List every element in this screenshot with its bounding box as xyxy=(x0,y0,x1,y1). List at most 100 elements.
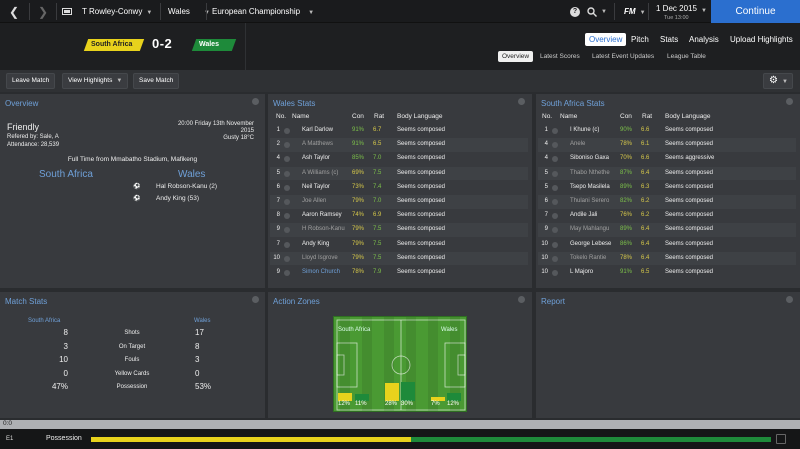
back-arrow-icon[interactable]: ❮ xyxy=(4,0,24,23)
subtab-latest-event-updates[interactable]: Latest Event Updates xyxy=(592,53,654,60)
tab-pitch[interactable]: Pitch xyxy=(631,35,649,44)
zone-percentage: 11% xyxy=(355,401,367,407)
rating-value: 6.4 xyxy=(641,226,650,233)
overview-panel: Overview Friendly Refered by: Sale, A At… xyxy=(0,94,265,288)
player-name: Tokelo Rantie xyxy=(570,254,607,261)
attendance: Attendance: 28,539 xyxy=(7,142,60,148)
table-row[interactable]: 2 A Matthews 91% 6.5 Seems composed xyxy=(270,138,528,152)
panel-title: Report xyxy=(541,297,566,306)
table-row[interactable]: 6 Thulani Serero 82% 6.2 Seems composed xyxy=(538,195,796,209)
table-row[interactable]: 7 Joe Allen 79% 7.0 Seems composed xyxy=(270,195,528,209)
subtab-overview[interactable]: Overview xyxy=(498,51,534,62)
full-time-label: Full Time from Mmabatho Stadium, Mafiken… xyxy=(67,156,198,163)
table-row[interactable]: 9 H Robson-Kanu 79% 7.5 Seems composed xyxy=(270,223,528,237)
away-stat-value: 17 xyxy=(195,328,204,337)
player-name: Andy King xyxy=(302,240,330,247)
condition-value: 91% xyxy=(352,127,365,133)
search-button[interactable]: ▼ xyxy=(586,0,608,23)
home-team-badge[interactable]: South Africa xyxy=(83,39,145,51)
chevron-down-icon[interactable]: ▼ xyxy=(701,0,707,23)
panel-title: Match Stats xyxy=(5,297,48,306)
rating-value: 7.4 xyxy=(373,183,382,190)
expand-icon[interactable] xyxy=(776,434,786,444)
chevron-down-icon: ▼ xyxy=(308,10,315,16)
view-highlights-button[interactable]: View Highlights ▼ xyxy=(62,73,129,89)
table-row[interactable]: 7 Andy King 79% 7.5 Seems composed xyxy=(270,238,528,252)
club-selector[interactable]: Wales▼ xyxy=(168,0,210,23)
fm-menu[interactable]: FM ▼ xyxy=(624,0,646,23)
table-row[interactable]: 5 A Williams (c) 69% 7.5 Seems composed xyxy=(270,166,528,181)
subtab-league-table[interactable]: League Table xyxy=(667,53,706,60)
wales-stats-panel: Wales Stats No. Name Con Rat Body Langua… xyxy=(268,94,532,288)
leave-match-button[interactable]: Leave Match xyxy=(6,73,56,89)
table-row[interactable]: 5 Thabo Nthethe 87% 6.4 Seems composed xyxy=(538,166,796,181)
chevron-down-icon: ▼ xyxy=(781,79,788,85)
save-match-button[interactable]: Save Match xyxy=(133,73,180,89)
away-stat-value: 3 xyxy=(195,355,200,364)
tab-overview[interactable]: Overview xyxy=(585,33,627,46)
body-language: Seems composed xyxy=(397,254,446,261)
table-row[interactable]: 6 Neil Taylor 73% 7.4 Seems composed xyxy=(270,181,528,195)
weather: Gusty 18°C xyxy=(223,135,254,141)
tab-upload-highlights[interactable]: Upload Highlights xyxy=(730,35,793,44)
table-row[interactable]: 5 Tsepo Masilela 89% 6.3 Seems composed xyxy=(538,181,796,195)
close-icon[interactable] xyxy=(252,296,259,303)
player-name: A Matthews xyxy=(302,141,334,148)
forward-arrow-icon[interactable]: ❯ xyxy=(33,0,53,23)
tab-analysis[interactable]: Analysis xyxy=(689,35,719,44)
table-row[interactable]: 10 L Majoro 91% 6.5 Seems composed xyxy=(538,266,796,280)
match-type: Friendly xyxy=(7,122,40,132)
body-language: Seems composed xyxy=(397,155,446,162)
rating-value: 7.0 xyxy=(373,198,382,204)
tab-stats[interactable]: Stats xyxy=(660,35,678,44)
fm-logo: FM xyxy=(624,7,636,16)
search-icon xyxy=(587,6,598,17)
match-timeline[interactable] xyxy=(0,420,800,429)
player-status-icon xyxy=(284,184,290,191)
home-stat-value: 3 xyxy=(63,341,68,351)
table-row[interactable]: 9 Simon Church 78% 7.9 Seems composed xyxy=(270,266,528,280)
possession-label: Possession xyxy=(46,435,82,442)
table-row[interactable]: 9 May Mahlangu 89% 6.4 Seems composed xyxy=(538,223,796,237)
condition-value: 91% xyxy=(620,269,633,275)
away-team-badge[interactable]: Wales xyxy=(191,39,237,51)
rating-value: 6.1 xyxy=(641,141,650,148)
player-name: L Majoro xyxy=(570,269,594,275)
condition-value: 79% xyxy=(352,226,365,233)
close-icon[interactable] xyxy=(252,98,259,105)
close-icon[interactable] xyxy=(786,296,793,303)
table-row[interactable]: 10 Lloyd Isgrove 79% 7.5 Seems composed xyxy=(270,251,528,266)
player-status-icon xyxy=(284,199,290,205)
continue-button[interactable]: Continue xyxy=(711,0,800,23)
rating-value: 7.9 xyxy=(373,269,382,275)
away-team-label: Wales xyxy=(194,318,211,324)
rating-value: 7.5 xyxy=(373,226,382,233)
table-row[interactable]: 4 Ash Taylor 85% 7.0 Seems composed xyxy=(270,152,528,166)
table-row[interactable]: 4 Anele 78% 6.1 Seems composed xyxy=(538,138,796,152)
help-button[interactable]: ? xyxy=(568,0,582,23)
close-icon[interactable] xyxy=(786,98,793,105)
manager-selector[interactable]: T Rowley-Conwy ▼ xyxy=(82,0,152,23)
rating-value: 6.7 xyxy=(373,127,382,133)
player-status-icon xyxy=(284,270,290,276)
competition-selector[interactable]: European Championship ▼ xyxy=(212,0,314,23)
panel-title: South Africa Stats xyxy=(541,99,605,108)
squad-number: 7 xyxy=(276,198,280,204)
table-row[interactable]: 10 George Lebese 86% 6.4 Seems composed xyxy=(538,238,796,252)
close-icon[interactable] xyxy=(518,296,525,303)
table-row[interactable]: 4 Siboniso Gaxa 70% 6.6 Seems aggressive xyxy=(538,152,796,166)
table-row[interactable]: 1 Karl Darlow 91% 6.7 Seems composed xyxy=(270,124,528,138)
settings-button[interactable]: ⚙ ▼ xyxy=(763,73,793,89)
table-row[interactable]: 7 Andile Jali 76% 6.2 Seems composed xyxy=(538,209,796,223)
table-row[interactable]: 10 Tokelo Rantie 78% 6.4 Seems composed xyxy=(538,251,796,266)
table-row[interactable]: 1 I Khune (c) 90% 6.6 Seems composed xyxy=(538,124,796,138)
top-bar: ❮ ❯ T Rowley-Conwy▼ Wales▼ European Cham… xyxy=(0,0,800,23)
close-icon[interactable] xyxy=(518,98,525,105)
subtab-latest-scores[interactable]: Latest Scores xyxy=(540,53,580,60)
player-name: Neil Taylor xyxy=(302,183,330,190)
chevron-down-icon: ▼ xyxy=(639,10,646,16)
squad-number: 2 xyxy=(276,141,280,148)
stat-label: Yellow Cards xyxy=(114,370,150,377)
squad-number: 6 xyxy=(276,183,280,190)
table-row[interactable]: 8 Aaron Ramsey 74% 6.9 Seems composed xyxy=(270,209,528,223)
